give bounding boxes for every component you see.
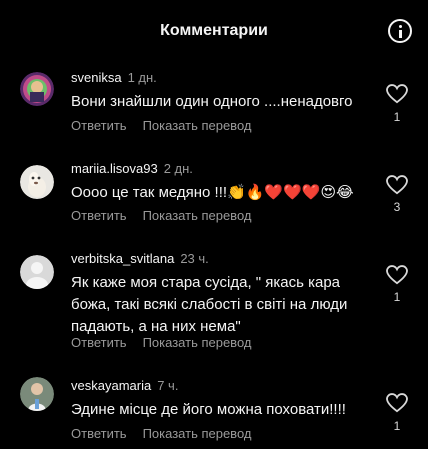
comment-time: 2 дн.	[163, 161, 193, 176]
comment-username[interactable]: sveniksa	[71, 70, 122, 85]
comment-text: Оооо це так медяно !!!👏🔥❤️❤️❤️😍😂	[71, 184, 354, 201]
translate-button[interactable]: Показать перевод	[143, 118, 252, 133]
comment-item: veskayamaria 7 ч. Эдине місце де його мож…	[0, 360, 428, 449]
reply-button[interactable]: Ответить	[71, 208, 127, 223]
heart-icon[interactable]	[386, 175, 408, 195]
comment-username[interactable]: veskayamaria	[71, 378, 151, 393]
comment-time: 1 дн.	[127, 70, 157, 85]
like-count: 3	[393, 200, 401, 214]
comment-item: mariia.lisova93 2 дн. Оооо це так медяно …	[0, 150, 428, 240]
page-title: Комментарии	[160, 22, 268, 39]
info-icon[interactable]	[388, 19, 412, 43]
avatar[interactable]	[20, 72, 54, 106]
like-count: 1	[393, 290, 401, 304]
comment-text: Вони знайшли один одного ....ненадовго	[71, 93, 353, 110]
comment-time: 7 ч.	[157, 378, 179, 393]
comment-item: sveniksa 1 дн. Вони знайшли один одного .…	[0, 62, 428, 150]
comment-username[interactable]: verbitska_svitlana	[71, 251, 174, 266]
comment-item: verbitska_svitlana 23 ч. Як каже моя стар…	[0, 240, 428, 360]
like-count: 1	[393, 110, 401, 124]
reply-button[interactable]: Ответить	[71, 118, 127, 133]
heart-icon[interactable]	[386, 393, 408, 413]
heart-icon[interactable]	[386, 84, 408, 104]
comment-time: 23 ч.	[180, 251, 209, 266]
translate-button[interactable]: Показать перевод	[143, 335, 252, 350]
avatar[interactable]	[20, 165, 54, 199]
reply-button[interactable]: Ответить	[71, 426, 127, 441]
comment-text: Эдине місце де його можна поховати!!!!	[71, 401, 346, 418]
comment-username[interactable]: mariia.lisova93	[71, 161, 158, 176]
translate-button[interactable]: Показать перевод	[143, 208, 252, 223]
reply-button[interactable]: Ответить	[71, 335, 127, 350]
avatar[interactable]	[20, 377, 54, 411]
header: Комментарии	[0, 0, 428, 62]
comment-text: Як каже моя стара сусіда, " якась кара б…	[71, 274, 348, 335]
heart-icon[interactable]	[386, 265, 408, 285]
translate-button[interactable]: Показать перевод	[143, 426, 252, 441]
like-count: 1	[393, 419, 401, 433]
avatar[interactable]	[20, 255, 54, 289]
